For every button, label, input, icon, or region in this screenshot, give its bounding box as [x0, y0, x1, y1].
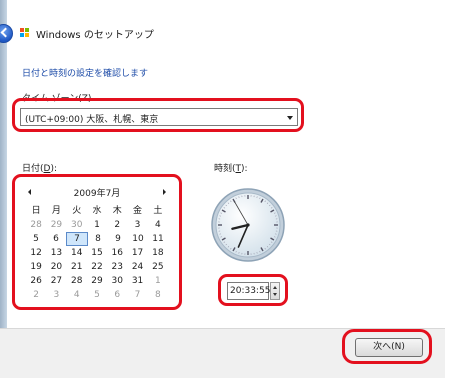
calendar-day[interactable]: 4	[67, 288, 87, 302]
timezone-label: タイム ゾーン(Z)	[22, 91, 91, 104]
calendar-day[interactable]: 8	[148, 288, 168, 302]
calendar-weekday: 火	[67, 204, 87, 218]
time-label: 時刻(T):	[214, 161, 248, 174]
calendar-weekday: 日	[26, 204, 46, 218]
spin-down-icon[interactable]	[273, 293, 277, 296]
calendar-grid: 日月火水木金土282930123456789101112131415161718…	[26, 204, 168, 302]
window-edge	[0, 0, 7, 377]
calendar-month-title[interactable]: 2009年7月	[22, 186, 172, 199]
calendar-week-row: 567891011	[26, 232, 168, 246]
calendar-day[interactable]: 15	[87, 246, 107, 260]
calendar-week-row: 2627282930311	[26, 274, 168, 288]
calendar-week-row: 12131415161718	[26, 246, 168, 260]
calendar-week-row: 2829301234	[26, 218, 168, 232]
calendar-day[interactable]: 5	[87, 288, 107, 302]
calendar-day[interactable]: 1	[148, 274, 168, 288]
calendar-day[interactable]: 5	[26, 232, 46, 246]
calendar: 2009年7月 日月火水木金土2829301234567891011121314…	[22, 182, 172, 308]
next-month-icon[interactable]	[163, 189, 166, 195]
calendar-day[interactable]: 24	[127, 260, 147, 274]
calendar-day[interactable]: 30	[67, 218, 87, 232]
calendar-weekday: 土	[148, 204, 168, 218]
calendar-day[interactable]: 12	[26, 246, 46, 260]
calendar-weekday: 月	[46, 204, 66, 218]
calendar-day[interactable]: 31	[127, 274, 147, 288]
calendar-weekday: 木	[107, 204, 127, 218]
calendar-day[interactable]: 26	[26, 274, 46, 288]
window-title: Windows のセットアップ	[36, 26, 154, 41]
calendar-day[interactable]: 28	[26, 218, 46, 232]
calendar-day[interactable]: 29	[46, 218, 66, 232]
calendar-day[interactable]: 22	[87, 260, 107, 274]
calendar-day[interactable]: 2	[107, 218, 127, 232]
calendar-day[interactable]: 11	[148, 232, 168, 246]
calendar-week-row: 19202122232425	[26, 260, 168, 274]
dropdown-arrow-icon[interactable]	[287, 116, 293, 120]
calendar-day[interactable]: 30	[107, 274, 127, 288]
timezone-selected-value: (UTC+09:00) 大阪、札幌、東京	[25, 112, 158, 125]
calendar-day[interactable]: 20	[46, 260, 66, 274]
calendar-day[interactable]: 1	[87, 218, 107, 232]
calendar-day[interactable]: 16	[107, 246, 127, 260]
calendar-day[interactable]: 10	[128, 232, 148, 246]
spin-up-icon[interactable]	[273, 286, 277, 289]
time-field: 20:33:55	[227, 282, 281, 300]
back-arrow-icon[interactable]	[0, 24, 13, 43]
calendar-day[interactable]: 3	[46, 288, 66, 302]
calendar-day[interactable]: 18	[148, 246, 168, 260]
date-label: 日付(D):	[22, 161, 57, 174]
calendar-day[interactable]: 8	[88, 232, 108, 246]
calendar-day[interactable]: 6	[107, 288, 127, 302]
calendar-day[interactable]: 9	[108, 232, 128, 246]
calendar-day[interactable]: 25	[148, 260, 168, 274]
calendar-day[interactable]: 6	[46, 232, 66, 246]
analog-clock	[210, 187, 286, 263]
calendar-day[interactable]: 7	[127, 288, 147, 302]
calendar-day[interactable]: 3	[127, 218, 147, 232]
calendar-day[interactable]: 29	[87, 274, 107, 288]
calendar-day[interactable]: 17	[127, 246, 147, 260]
time-input[interactable]: 20:33:55	[227, 282, 269, 300]
calendar-weekday: 水	[87, 204, 107, 218]
calendar-day[interactable]: 13	[46, 246, 66, 260]
calendar-day[interactable]: 19	[26, 260, 46, 274]
calendar-weekday: 金	[127, 204, 147, 218]
windows-logo-icon	[20, 28, 30, 37]
page-margin	[445, 0, 456, 377]
calendar-day[interactable]: 28	[67, 274, 87, 288]
calendar-day[interactable]: 21	[67, 260, 87, 274]
calendar-day[interactable]: 27	[46, 274, 66, 288]
calendar-weekday-row: 日月火水木金土	[26, 204, 168, 218]
calendar-day-selected[interactable]: 7	[66, 232, 88, 246]
page-heading: 日付と時刻の設定を確認します	[22, 66, 148, 79]
title-bar: Windows のセットアップ	[0, 17, 445, 47]
calendar-day[interactable]: 14	[67, 246, 87, 260]
time-spinner[interactable]	[270, 282, 280, 300]
calendar-week-row: 2345678	[26, 288, 168, 302]
calendar-day[interactable]: 2	[26, 288, 46, 302]
calendar-day[interactable]: 23	[107, 260, 127, 274]
next-button[interactable]: 次へ(N)	[355, 338, 423, 357]
calendar-day[interactable]: 4	[148, 218, 168, 232]
timezone-dropdown[interactable]: (UTC+09:00) 大阪、札幌、東京	[20, 108, 298, 126]
